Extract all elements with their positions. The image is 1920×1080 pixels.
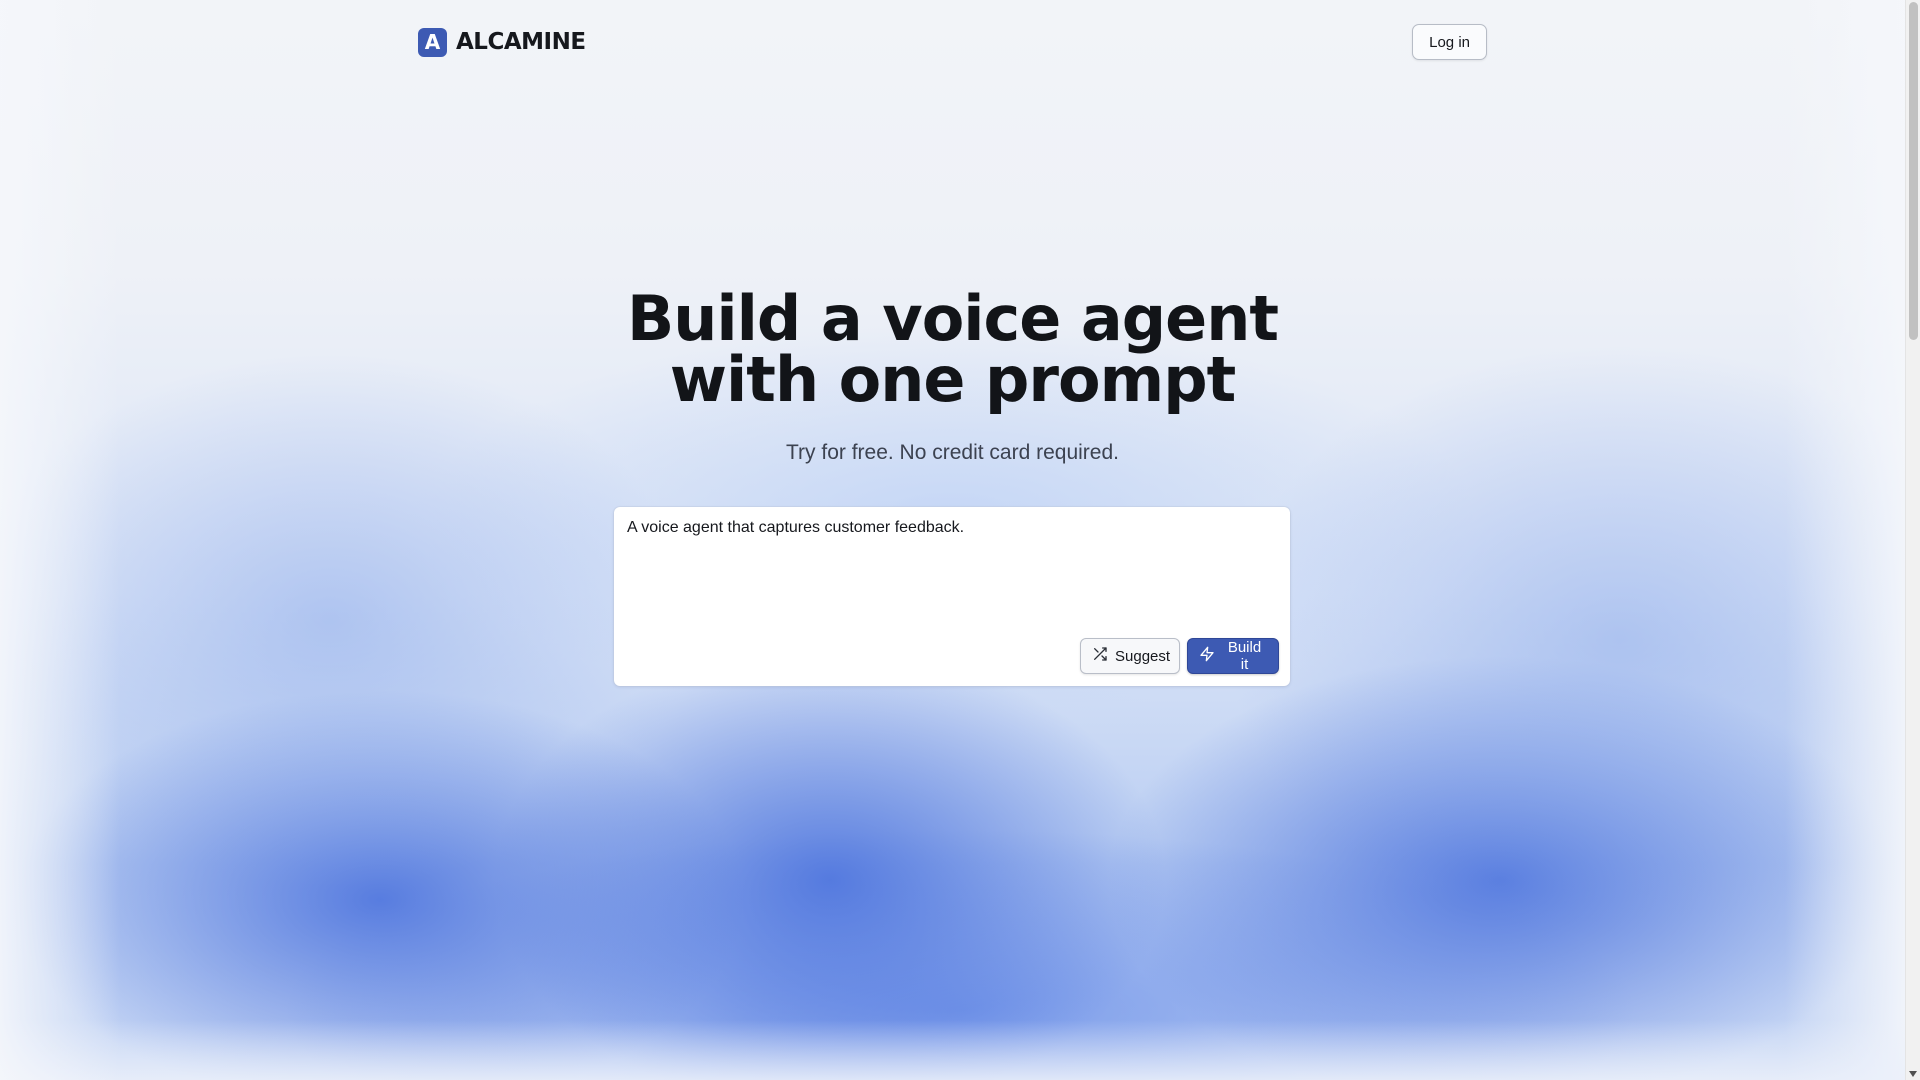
build-label: Build it (1227, 639, 1262, 673)
site-header: A ALCAMINE Log in (418, 24, 1487, 60)
scroll-down-arrow-icon[interactable] (1909, 1071, 1917, 1077)
background-fade (1785, 0, 1905, 1080)
prompt-input[interactable]: A voice agent that captures customer fee… (627, 517, 1267, 627)
logo-mark-icon: A (418, 27, 447, 57)
hero-title-line-1: Build a voice agent (627, 282, 1279, 355)
suggest-label: Suggest (1115, 647, 1171, 665)
brand-name: ALCAMINE (456, 29, 586, 55)
hero-title-line-2: with one prompt (669, 343, 1236, 416)
shuffle-icon (1092, 646, 1108, 666)
login-button[interactable]: Log in (1412, 24, 1487, 60)
brand-logo[interactable]: A ALCAMINE (418, 27, 586, 57)
hero-title: Build a voice agent with one prompt (0, 282, 1905, 416)
scrollbar-thumb[interactable] (1909, 2, 1918, 340)
build-button[interactable]: Build it (1187, 638, 1279, 674)
lightning-icon (1199, 646, 1215, 666)
prompt-card: A voice agent that captures customer fee… (614, 507, 1290, 686)
hero-subtitle: Try for free. No credit card required. (785, 441, 1119, 464)
page-scrollbar[interactable] (1905, 0, 1920, 1080)
suggest-button[interactable]: Suggest (1080, 638, 1180, 674)
